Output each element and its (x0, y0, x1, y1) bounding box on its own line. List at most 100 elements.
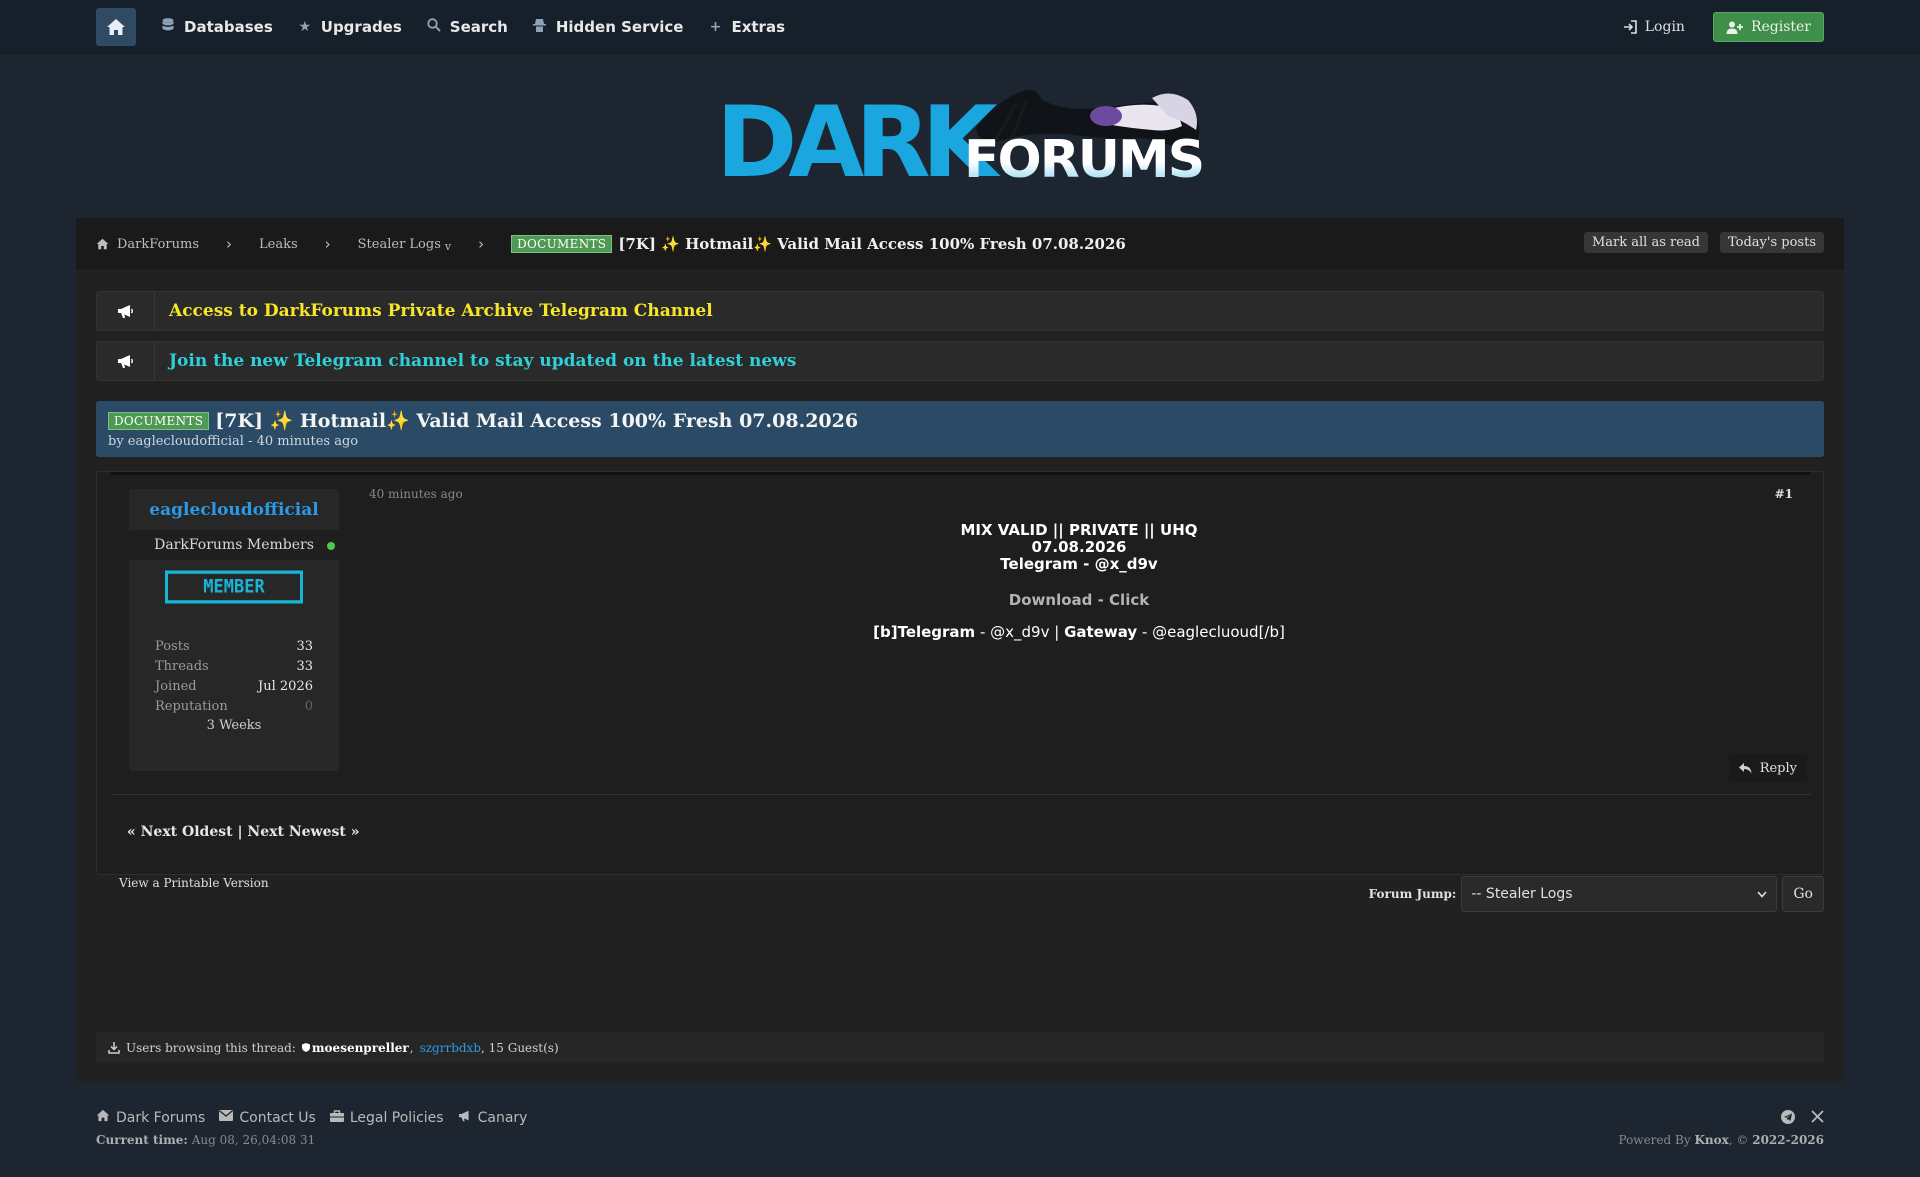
forum-jump-select[interactable]: -- Stealer Logs (1461, 876, 1778, 912)
login-link[interactable]: Login (1623, 19, 1685, 35)
current-time: Current time: Aug 08, 26,04:08 31 (96, 1133, 315, 1147)
contact-line: [b]Telegram - @x_d9v | Gateway - @eaglec… (369, 623, 1789, 641)
online-status-dot (327, 542, 335, 550)
footer-social (1781, 1110, 1824, 1128)
nav-hidden-service-label: Hidden Service (555, 18, 684, 36)
nav-hidden-service[interactable]: Hidden Service (532, 18, 684, 36)
stat-value: 33 (296, 658, 313, 674)
home-button[interactable] (96, 8, 136, 46)
stat-label: Threads (155, 658, 209, 674)
author-stats: Posts 33 Threads 33 Joined Jul 2026 Repu… (155, 636, 313, 734)
top-navbar: Databases ★ Upgrades Search Hidden Servi… (0, 0, 1920, 54)
post-line: 07.08.2026 (1031, 538, 1127, 556)
footer-link-contact-us[interactable]: Contact Us (219, 1109, 316, 1126)
chevron-right-icon: › (226, 235, 232, 253)
stat-value[interactable]: 0 (305, 699, 313, 714)
thread-title-text: [7K] ✨ Hotmail✨ Valid Mail Access 100% F… (215, 410, 859, 432)
user-1[interactable]: moesenpreller, (301, 1040, 414, 1055)
footer-link-dark-forums[interactable]: Dark Forums (96, 1109, 205, 1126)
footer-link-label: Dark Forums (116, 1109, 206, 1126)
forum-jump-go-button[interactable]: Go (1782, 876, 1824, 912)
printable-version-link[interactable]: View a Printable Version (119, 876, 269, 890)
todays-posts-button[interactable]: Today's posts (1720, 232, 1824, 253)
user-plus-icon (1726, 21, 1743, 34)
nav-upgrades-label: Upgrades (320, 18, 402, 36)
megaphone-icon (97, 342, 155, 380)
mark-all-read-button[interactable]: Mark all as read (1583, 232, 1708, 253)
post-divider (111, 472, 1811, 475)
star-icon: ★ (298, 19, 312, 35)
powered-years: 2022-2026 (1752, 1133, 1824, 1147)
footer-links: Dark Forums Contact Us Legal Policies Ca… (96, 1109, 527, 1126)
breadcrumb-item-leaks[interactable]: Leaks (259, 237, 298, 252)
powered-name[interactable]: Knox (1694, 1133, 1728, 1147)
reply-label: Reply (1759, 760, 1797, 776)
nav-upgrades[interactable]: ★ Upgrades (297, 18, 402, 36)
download-icon (108, 1041, 120, 1054)
breadcrumb-label: DarkForums (117, 236, 199, 252)
post-timestamp: 40 minutes ago (369, 487, 463, 501)
stat-posts: Posts 33 (155, 636, 313, 656)
author-card: eaglecloudofficial DarkForums Members ME… (129, 489, 339, 771)
powered-prefix: Powered By (1618, 1133, 1691, 1147)
footer-link-legal-policies[interactable]: Legal Policies (329, 1109, 444, 1126)
search-icon (426, 18, 442, 36)
download-link[interactable]: Download - Click (369, 591, 1789, 609)
plus-icon: + (709, 19, 722, 35)
user-1-name: moesenpreller (311, 1040, 409, 1055)
nav-databases[interactable]: Databases (160, 18, 273, 36)
chevron-right-icon: › (478, 235, 485, 253)
telegram-handle: @x_d9v (990, 623, 1050, 641)
thread-title: DOCUMENTS [7K] ✨ Hotmail✨ Valid Mail Acc… (108, 409, 1812, 432)
reply-button[interactable]: Reply (1728, 754, 1807, 782)
breadcrumb-label: Stealer Logs (357, 236, 441, 252)
footer-link-label: Contact Us (239, 1109, 316, 1126)
nav-search[interactable]: Search (426, 18, 508, 36)
usergroup-label: DarkForums Members (154, 537, 314, 553)
post-number-link[interactable]: #1 (1775, 487, 1793, 501)
author-username[interactable]: eaglecloudofficial (129, 500, 339, 520)
author-usergroup: DarkForums Members (129, 530, 339, 560)
telegram-label: [b]Telegram (873, 623, 976, 641)
documents-tag: DOCUMENTS (108, 411, 210, 430)
nav-extras[interactable]: + Extras (707, 18, 785, 36)
x-twitter-icon[interactable] (1811, 1110, 1824, 1128)
breadcrumb-item-stealer-logs[interactable]: Stealer Logs v (358, 236, 451, 253)
footer-link-canary[interactable]: Canary (458, 1109, 527, 1126)
stat-value: Jul 2026 (258, 678, 313, 694)
forum-jump: Forum Jump: -- Stealer Logs Go (1369, 876, 1824, 912)
site-logo[interactable]: DARK FORUMS (716, 80, 1206, 192)
home-icon (96, 238, 109, 250)
briefcase-icon (329, 1109, 344, 1126)
home-icon (107, 19, 125, 35)
announcement-telegram-archive[interactable]: Access to DarkForums Private Archive Tel… (96, 291, 1824, 331)
gateway-handle: @eaglecluoud[/b] (1152, 623, 1285, 641)
next-newest-link[interactable]: Next Newest » (247, 824, 359, 840)
megaphone-icon (458, 1110, 472, 1126)
user-2-name[interactable]: szgrrbdxb (420, 1041, 481, 1055)
sign-in-icon (1623, 20, 1637, 34)
dropdown-marker[interactable]: v (445, 240, 451, 253)
users-browsing-bar: Users browsing this thread: moesenprelle… (96, 1032, 1824, 1063)
thread-byline: by eaglecloudofficial - 40 minutes ago (108, 434, 359, 449)
stat-label: Posts (155, 638, 190, 654)
gateway-label: Gateway (1064, 623, 1138, 641)
current-time-value: Aug 08, 26,04:08 31 (191, 1133, 316, 1147)
contact-sep: - (1137, 623, 1153, 641)
home-icon (96, 1109, 110, 1126)
telegram-icon[interactable] (1781, 1110, 1795, 1128)
stat-value: 33 (296, 638, 313, 654)
register-button[interactable]: Register (1712, 12, 1824, 42)
stat-reputation: Reputation 0 (155, 696, 313, 716)
breadcrumb-item-darkforums[interactable]: DarkForums (96, 237, 199, 252)
current-time-label: Current time: (96, 1133, 188, 1147)
database-icon (160, 18, 176, 36)
next-oldest-link[interactable]: « Next Oldest (127, 824, 233, 840)
nav-databases-label: Databases (184, 18, 273, 36)
breadcrumb: DarkForums › Leaks › Stealer Logs v › DO… (76, 218, 1844, 270)
chevron-down-icon (1757, 890, 1767, 898)
post: eaglecloudofficial DarkForums Members ME… (96, 471, 1824, 875)
announcement-telegram-news[interactable]: Join the new Telegram channel to stay up… (96, 341, 1824, 381)
post-separator (111, 794, 1811, 795)
member-rank-badge: MEMBER (165, 570, 303, 604)
